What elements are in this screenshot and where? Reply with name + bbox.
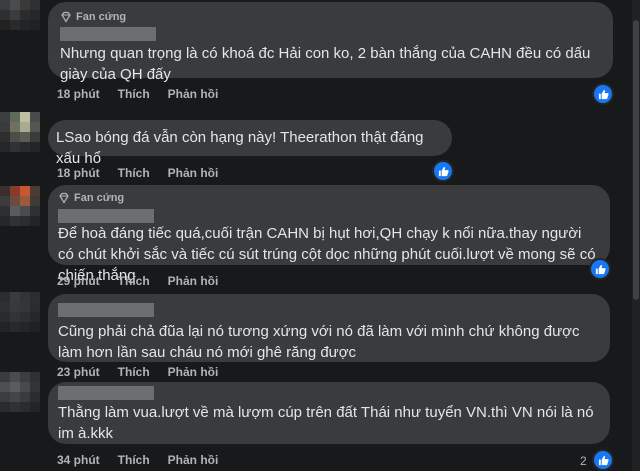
reply-button[interactable]: Phản hồi — [168, 166, 219, 180]
avatar[interactable] — [0, 372, 40, 412]
like-button[interactable]: Thích — [118, 453, 150, 467]
scrollbar[interactable] — [632, 0, 640, 471]
comment-text: Cũng phải chả đũa lại nó tương xứng với … — [58, 323, 580, 361]
comment-bubble: Fan cứng Để hoà đáng tiếc quá,cuối trận … — [48, 185, 610, 284]
avatar[interactable] — [0, 0, 40, 30]
comment-actions: 34 phút Thích Phản hồi — [57, 453, 218, 467]
like-button[interactable]: Thích — [118, 365, 150, 379]
comment-time[interactable]: 29 phút — [57, 274, 100, 288]
avatar[interactable] — [0, 292, 40, 332]
like-button[interactable]: Thích — [118, 274, 150, 288]
fan-badge-label: Fan cứng — [76, 11, 127, 23]
comment-bubble: Cũng phải chả đũa lại nó tương xứng với … — [48, 294, 610, 362]
avatar[interactable] — [0, 112, 40, 152]
reply-button[interactable]: Phản hồi — [168, 274, 219, 288]
reaction-count[interactable]: 2 — [580, 454, 587, 468]
author-name-blurred[interactable] — [58, 303, 154, 317]
comment-actions: 29 phút Thích Phản hồi — [57, 274, 218, 288]
comment-bubble: Fan cứng Nhưng quan trọng là có khoá đc … — [48, 2, 613, 83]
reaction-badge[interactable] — [589, 258, 611, 280]
comment-bubble: LSao bóng đá vẫn còn hạng này! Theeratho… — [48, 120, 452, 167]
like-button[interactable]: Thích — [118, 166, 150, 180]
reply-button[interactable]: Phản hồi — [168, 87, 219, 101]
comment-time[interactable]: 18 phút — [57, 166, 100, 180]
reply-button[interactable]: Phản hồi — [168, 453, 219, 467]
avatar[interactable] — [0, 186, 40, 226]
fan-badge: Fan cứng — [58, 191, 600, 205]
diamond-icon — [61, 11, 71, 23]
fan-badge: Fan cứng — [60, 10, 601, 24]
like-button[interactable]: Thích — [118, 87, 150, 101]
comment-actions: 18 phút Thích Phản hồi — [57, 166, 218, 180]
comment-text: Nhưng quan trọng là có khoá đc Hải con k… — [60, 45, 591, 83]
comment-time[interactable]: 18 phút — [57, 87, 100, 101]
comment-actions: 18 phút Thích Phản hồi — [57, 87, 218, 101]
thumbs-up-icon — [595, 264, 606, 274]
reaction-badge[interactable] — [432, 160, 454, 182]
reaction-badge[interactable] — [592, 449, 614, 471]
comment-actions: 23 phút Thích Phản hồi — [57, 365, 218, 379]
thumbs-up-icon — [438, 166, 449, 176]
comment-bubble: Thằng làm vua.lượt về mà lượm cúp trên đ… — [48, 382, 610, 444]
diamond-icon — [59, 192, 69, 204]
thumbs-up-icon — [598, 455, 609, 465]
author-name-blurred[interactable] — [58, 209, 154, 223]
fan-badge-label: Fan cứng — [74, 192, 125, 204]
scrollbar-thumb[interactable] — [633, 20, 639, 300]
author-name-blurred[interactable] — [58, 386, 154, 400]
comment-time[interactable]: 34 phút — [57, 453, 100, 467]
author-name-blurred[interactable] — [60, 27, 156, 41]
comment-text: Thằng làm vua.lượt về mà lượm cúp trên đ… — [58, 404, 594, 442]
comment-time[interactable]: 23 phút — [57, 365, 100, 379]
reaction-badge[interactable] — [592, 83, 614, 105]
reply-button[interactable]: Phản hồi — [168, 365, 219, 379]
thumbs-up-icon — [598, 89, 609, 99]
comment-text: LSao bóng đá vẫn còn hạng này! Theeratho… — [56, 129, 424, 167]
